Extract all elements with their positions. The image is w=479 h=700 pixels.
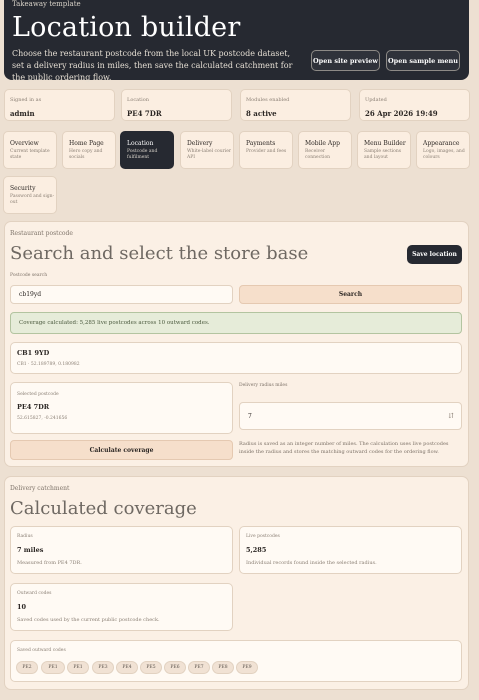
nav-subtitle: Logo, images, and colours	[423, 149, 465, 160]
section-eyebrow: Delivery catchment	[10, 485, 70, 492]
nav-subtitle: Provider and fees	[246, 149, 287, 154]
saved-codes-label: Saved outward codes	[17, 648, 66, 653]
result-postcode: CB1 9YD	[17, 349, 50, 357]
outward-codes-note: Saved codes used by the current public p…	[17, 617, 160, 623]
nav-location[interactable]: Location Postcode and fulfilment	[120, 131, 174, 169]
stat-value: 8 active	[246, 109, 277, 118]
stat-updated: Updated 26 Apr 2026 19:49	[359, 89, 470, 121]
radius-value: 7	[248, 412, 252, 420]
outward-code-chip: PE9	[236, 661, 258, 674]
save-location-button[interactable]: Save location	[407, 245, 462, 264]
result-detail: CB1 · 52.189789, 0.180982	[17, 362, 80, 367]
postcode-search-input[interactable]: cb19yd	[10, 285, 233, 304]
stat-label: Updated	[365, 97, 387, 103]
nav-payments[interactable]: Payments Provider and fees	[239, 131, 293, 169]
stat-value: admin	[10, 109, 35, 118]
nav-subtitle: White-label courier API	[187, 149, 232, 160]
stat-label: Signed in as	[10, 97, 42, 103]
live-postcodes-note: Individual records found inside the sele…	[246, 560, 377, 566]
hero-description: Choose the restaurant postcode from the …	[12, 49, 293, 82]
outward-code-chip: PE1	[41, 661, 65, 674]
nav-delivery[interactable]: Delivery White-label courier API	[180, 131, 234, 169]
page-title: Location builder	[12, 12, 241, 43]
stat-modules: Modules enabled 8 active	[240, 89, 351, 121]
nav-subtitle: Receiver connection	[305, 149, 331, 160]
selected-postcode: PE4 7DR	[17, 403, 50, 411]
nav-title: Mobile App	[305, 140, 340, 147]
live-postcodes-value: 5,285	[246, 546, 267, 554]
nav-subtitle: Sample sections and layout	[364, 149, 402, 160]
nav-title: Appearance	[423, 140, 460, 147]
outward-code-chip: PE8	[212, 661, 234, 674]
nav-title: Security	[10, 185, 36, 192]
open-site-preview-button[interactable]: Open site preview	[311, 50, 380, 71]
radius-card-label: Radius	[17, 534, 33, 539]
stat-signed-in: Signed in as admin	[4, 89, 115, 121]
radius-card-note: Measured from PE4 7DR.	[17, 560, 82, 566]
radius-card-value: 7 miles	[17, 546, 44, 554]
selected-coordinates: 52.615827, -0.241656	[17, 416, 68, 421]
outward-codes-value: 10	[17, 603, 27, 611]
outward-codes-label: Outward codes	[17, 591, 52, 596]
nav-home-page[interactable]: Home Page Hero copy and socials	[62, 131, 116, 169]
nav-appearance[interactable]: Appearance Logo, images, and colours	[416, 131, 470, 169]
section-eyebrow: Restaurant postcode	[10, 230, 73, 237]
nav-security[interactable]: Security Password and sign-out	[3, 176, 57, 214]
hero-kicker: Takeaway template	[12, 0, 81, 8]
nav-subtitle: Postcode and fulfilment	[127, 149, 158, 160]
nav-subtitle: Current template state	[10, 149, 50, 160]
outward-code-chip: PE5	[140, 661, 162, 674]
outward-code-chip: PE2	[16, 661, 38, 674]
nav-menu-builder[interactable]: Menu Builder Sample sections and layout	[357, 131, 411, 169]
search-label: Postcode search	[10, 273, 48, 278]
nav-mobile-app[interactable]: Mobile App Receiver connection	[298, 131, 352, 169]
nav-title: Payments	[246, 140, 276, 147]
outward-code-chip: PE7	[188, 661, 210, 674]
stat-label: Modules enabled	[246, 97, 290, 103]
calculate-coverage-button[interactable]: Calculate coverage	[10, 440, 233, 460]
radius-label: Delivery radius miles	[239, 383, 288, 388]
section-title: Search and select the store base	[10, 243, 309, 264]
nav-title: Location	[127, 140, 154, 147]
outward-code-chip: PE1	[67, 661, 89, 674]
outward-code-chip: PE4	[116, 661, 138, 674]
hero-banner: Takeaway template Location builder Choos…	[4, 0, 469, 82]
number-spinner-icon[interactable]: ⇵	[448, 412, 454, 420]
stat-label: Location	[127, 97, 149, 103]
outward-code-chip: PE6	[164, 661, 186, 674]
delivery-radius-input[interactable]: 7 ⇵	[239, 402, 462, 430]
stat-location: Location PE4 7DR	[121, 89, 232, 121]
stat-value: PE4 7DR	[127, 109, 162, 118]
open-sample-menu-button[interactable]: Open sample menu	[386, 50, 460, 71]
postcode-result-item[interactable]	[10, 342, 462, 374]
search-button[interactable]: Search	[239, 285, 462, 304]
nav-overview[interactable]: Overview Current template state	[3, 131, 57, 169]
nav-subtitle: Password and sign-out	[10, 194, 55, 205]
nav-subtitle: Hero copy and socials	[69, 149, 103, 160]
nav-title: Menu Builder	[364, 140, 406, 147]
live-postcodes-label: Live postcodes	[246, 534, 280, 539]
nav-title: Delivery	[187, 140, 213, 147]
stat-value: 26 Apr 2026 19:49	[365, 109, 438, 118]
radius-help-text: Radius is saved as an integer number of …	[239, 441, 449, 455]
radius-card	[10, 526, 233, 574]
nav-title: Home Page	[69, 140, 104, 147]
selected-label: Selected postcode	[17, 392, 59, 397]
nav-title: Overview	[10, 140, 39, 147]
outward-code-chip: PE3	[92, 661, 114, 674]
section-title: Calculated coverage	[10, 498, 197, 519]
coverage-success-message: Coverage calculated: 5,285 live postcode…	[10, 312, 462, 334]
